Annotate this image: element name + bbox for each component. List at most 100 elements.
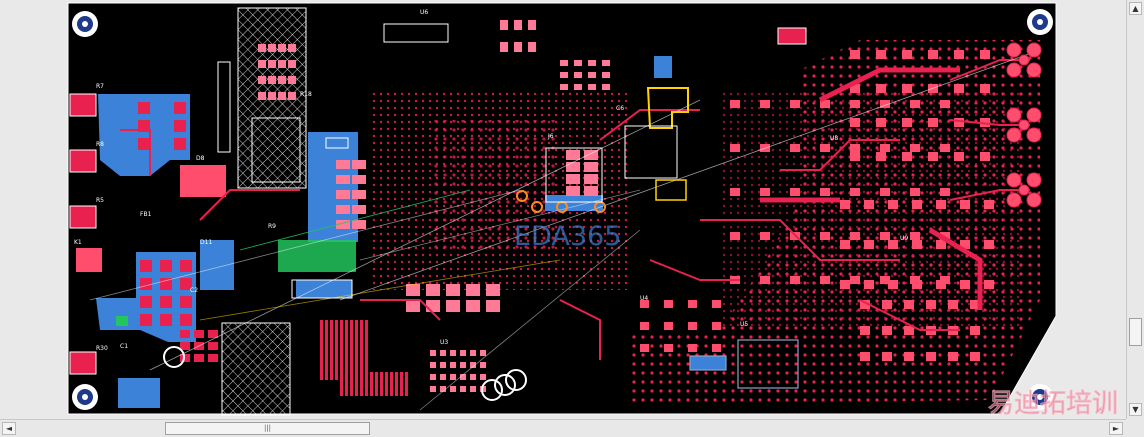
power-plane-blue-6 bbox=[296, 280, 352, 298]
component-pad bbox=[288, 92, 296, 100]
component-pad bbox=[954, 84, 964, 93]
scroll-down-arrow-icon[interactable]: ▼ bbox=[1129, 403, 1142, 416]
scroll-left-arrow-icon[interactable]: ◄ bbox=[2, 422, 16, 435]
component-pad bbox=[430, 386, 436, 392]
silkscreen-ref-label: U8 bbox=[830, 135, 838, 142]
component-pad bbox=[208, 354, 218, 362]
component-pad bbox=[760, 100, 770, 108]
horizontal-scrollbar[interactable]: ◄ ||| ► bbox=[0, 419, 1126, 437]
component-pad bbox=[902, 152, 912, 161]
component-pad bbox=[970, 352, 980, 361]
component-pad bbox=[390, 372, 393, 396]
rf-section-via-grid-inner bbox=[720, 90, 1020, 330]
component-pad bbox=[688, 322, 697, 330]
component-pad bbox=[460, 386, 466, 392]
component-pad bbox=[902, 84, 912, 93]
component-pad bbox=[912, 240, 922, 249]
component-pad bbox=[470, 350, 476, 356]
component-pad bbox=[790, 100, 800, 108]
component-pad bbox=[500, 20, 508, 30]
component-pad bbox=[664, 300, 673, 308]
component-pad bbox=[258, 92, 266, 100]
component-pad bbox=[840, 200, 850, 209]
component-pad bbox=[688, 300, 697, 308]
component-pad bbox=[850, 118, 860, 127]
scroll-right-arrow-icon[interactable]: ► bbox=[1109, 422, 1123, 435]
component-pad bbox=[574, 60, 582, 66]
component-pad bbox=[336, 205, 350, 214]
component-pad bbox=[588, 72, 596, 78]
component-pad bbox=[446, 284, 460, 296]
component-pad bbox=[208, 330, 218, 338]
component-pad bbox=[574, 72, 582, 78]
component-pad bbox=[405, 372, 408, 396]
component-pad bbox=[180, 342, 190, 350]
component-pad bbox=[480, 350, 486, 356]
component-pad bbox=[560, 72, 568, 78]
component-pad bbox=[385, 372, 388, 396]
large-pad-6 bbox=[69, 351, 97, 375]
component-pad bbox=[380, 372, 383, 396]
component-pad bbox=[926, 352, 936, 361]
vertical-scrollbar[interactable]: ▲ ▼ bbox=[1126, 0, 1144, 419]
component-pad bbox=[258, 60, 266, 68]
component-pad bbox=[954, 152, 964, 161]
component-pad bbox=[174, 102, 186, 114]
horizontal-scroll-thumb[interactable]: ||| bbox=[165, 422, 370, 435]
component-pad bbox=[325, 320, 328, 380]
component-pad bbox=[336, 190, 350, 199]
power-plane-blue-4 bbox=[200, 240, 234, 290]
component-pad bbox=[370, 372, 373, 396]
component-pad bbox=[278, 44, 286, 52]
component-pad bbox=[928, 118, 938, 127]
component-pad bbox=[470, 374, 476, 380]
component-pad bbox=[355, 372, 358, 396]
component-pad bbox=[954, 50, 964, 59]
component-pad bbox=[688, 344, 697, 352]
component-pad bbox=[910, 188, 920, 196]
component-pad bbox=[940, 100, 950, 108]
component-pad bbox=[440, 350, 446, 356]
pcb-viewport[interactable]: R7 R8 R5 D8 R9 D11 K1 FB1 R18 U6 J6 R30 C1 C2 C6 U3 U4 U5… bbox=[0, 0, 1126, 419]
component-pad bbox=[880, 232, 890, 240]
component-pad bbox=[352, 160, 366, 169]
component-pad bbox=[820, 144, 830, 152]
vertical-scroll-thumb[interactable] bbox=[1129, 318, 1142, 346]
component-pad bbox=[940, 144, 950, 152]
component-pad bbox=[820, 232, 830, 240]
component-pad bbox=[876, 84, 886, 93]
component-pad bbox=[430, 362, 436, 368]
large-pad-4 bbox=[69, 149, 97, 173]
large-pad-2 bbox=[76, 248, 102, 272]
silkscreen-ref-label: U9 bbox=[900, 235, 908, 242]
blue-chip-outline bbox=[654, 56, 672, 78]
component-pad bbox=[395, 372, 398, 396]
component-pad bbox=[880, 188, 890, 196]
component-pad bbox=[288, 76, 296, 84]
component-pad bbox=[268, 44, 276, 52]
silkscreen-ref-label: U6 bbox=[420, 9, 428, 16]
component-pad bbox=[528, 42, 536, 52]
component-pad bbox=[528, 20, 536, 30]
component-pad bbox=[336, 160, 350, 169]
component-pad bbox=[160, 314, 172, 326]
component-pad bbox=[320, 320, 323, 380]
component-pad bbox=[350, 372, 353, 396]
component-pad bbox=[820, 188, 830, 196]
component-pad bbox=[160, 260, 172, 272]
component-pad bbox=[365, 320, 368, 380]
component-pad bbox=[430, 374, 436, 380]
component-pad bbox=[912, 280, 922, 289]
scroll-up-arrow-icon[interactable]: ▲ bbox=[1129, 2, 1142, 15]
scrollbar-corner bbox=[1126, 419, 1144, 437]
sma-connector-pad bbox=[1026, 192, 1042, 208]
sma-connector-pad bbox=[1006, 127, 1022, 143]
sma-connector-pad bbox=[1018, 119, 1030, 131]
component-pad bbox=[980, 50, 990, 59]
component-pad bbox=[640, 322, 649, 330]
component-pad bbox=[180, 296, 192, 308]
pcb-layout-canvas[interactable]: R7 R8 R5 D8 R9 D11 K1 FB1 R18 U6 J6 R30 C1 C2 C6 U3 U4 U5… bbox=[0, 0, 1126, 419]
component-pad bbox=[486, 300, 500, 312]
component-pad bbox=[560, 84, 568, 90]
component-pad bbox=[864, 200, 874, 209]
